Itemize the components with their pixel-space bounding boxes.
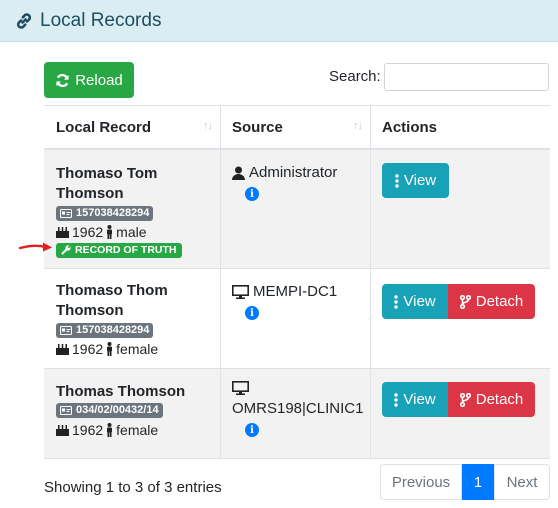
reload-label: Reload <box>75 71 123 89</box>
table-row: Thomas Thomson 034/02/00432/14 1962 fema… <box>44 369 550 459</box>
desktop-icon <box>232 381 249 395</box>
record-of-truth-badge: RECORD OF TRUTH <box>56 242 182 258</box>
birthday-cake-icon <box>56 344 69 355</box>
table-row: Thomaso Tom Thomson 157038428294 1962 ma… <box>44 150 550 269</box>
birthday-cake-icon <box>56 425 69 436</box>
id-value: 157038428294 <box>76 207 150 219</box>
person-icon <box>107 225 113 239</box>
detach-label: Detach <box>475 293 524 310</box>
patient-name: Thomaso Thom Thomson <box>56 282 168 319</box>
code-branch-icon <box>459 294 471 309</box>
view-button[interactable]: View <box>382 284 448 319</box>
desktop-icon <box>232 284 249 299</box>
info-icon[interactable]: i <box>245 306 259 320</box>
demographics: 1962 female <box>56 340 216 358</box>
column-label: Local Record <box>56 119 152 136</box>
user-icon <box>232 166 245 180</box>
view-label: View <box>403 172 437 189</box>
ellipsis-vertical-icon <box>394 392 399 407</box>
next-page-button[interactable]: Next <box>494 464 550 500</box>
column-local-record[interactable]: Local Record ↑↓ <box>44 106 220 149</box>
demographics: 1962 female <box>56 421 216 439</box>
detach-button[interactable]: Detach <box>448 284 535 319</box>
source-name: OMRS198|CLINIC1 <box>232 400 364 417</box>
truth-label: RECORD OF TRUTH <box>75 244 177 256</box>
gender: male <box>116 224 147 240</box>
id-card-icon <box>60 209 72 218</box>
demographics: 1962 male <box>56 223 216 241</box>
detach-label: Detach <box>475 391 524 408</box>
detach-button[interactable]: Detach <box>448 382 535 417</box>
column-divider <box>370 105 371 459</box>
info-icon[interactable]: i <box>245 423 259 437</box>
id-card-icon <box>60 326 72 335</box>
gender: female <box>116 422 159 438</box>
gender: female <box>116 341 159 357</box>
column-label: Source <box>232 119 283 136</box>
id-value: 157038428294 <box>76 324 150 336</box>
table-row: Thomaso Thom Thomson 157038428294 1962 f… <box>44 269 550 369</box>
birthday-cake-icon <box>56 227 69 238</box>
local-record-cell: Thomaso Thom Thomson 157038428294 1962 f… <box>56 281 216 380</box>
column-divider <box>220 105 221 459</box>
reload-button[interactable]: Reload <box>44 62 134 98</box>
view-button[interactable]: View <box>382 163 449 198</box>
source-cell: MEMPI-DC1 i <box>232 283 368 382</box>
view-button[interactable]: View <box>382 382 448 417</box>
previous-page-button[interactable]: Previous <box>380 464 462 500</box>
local-record-cell: Thomaso Tom Thomson 157038428294 1962 ma… <box>56 164 216 282</box>
column-label: Actions <box>382 119 438 136</box>
source-cell: Administrator i <box>232 164 368 282</box>
wrench-icon <box>61 245 71 255</box>
source-name: MEMPI-DC1 <box>253 283 338 300</box>
person-icon <box>107 423 113 437</box>
id-badge: 157038428294 <box>56 323 154 338</box>
pagination: Previous 1 Next <box>380 464 550 500</box>
view-label: View <box>403 391 436 408</box>
search-label: Search: <box>329 68 381 85</box>
sort-icon: ↑↓ <box>203 120 213 132</box>
info-icon[interactable]: i <box>245 187 259 201</box>
id-badge: 157038428294 <box>56 206 154 221</box>
birth-year: 1962 <box>72 224 104 240</box>
ellipsis-vertical-icon <box>394 294 399 309</box>
sort-icon: ↑↓ <box>353 120 363 132</box>
column-source[interactable]: Source ↑↓ <box>220 106 370 149</box>
id-badge: 034/02/00432/14 <box>56 403 163 418</box>
page-title: Local Records <box>40 9 162 31</box>
code-branch-icon <box>459 392 471 407</box>
ellipsis-vertical-icon <box>395 173 399 188</box>
panel-header: Local Records <box>0 0 558 42</box>
search-input[interactable] <box>384 63 549 91</box>
page-1-button[interactable]: 1 <box>462 464 494 500</box>
patient-name: Thomas Thomson <box>56 383 186 400</box>
person-icon <box>107 342 113 356</box>
birth-year: 1962 <box>72 341 104 357</box>
id-value: 034/02/00432/14 <box>76 404 159 416</box>
column-actions: Actions <box>370 106 550 149</box>
source-name: Administrator <box>249 164 338 181</box>
annotation-arrow-icon <box>18 242 52 252</box>
id-card-icon <box>60 406 72 415</box>
source-cell: OMRS198|CLINIC1 i <box>232 381 368 470</box>
table-info: Showing 1 to 3 of 3 entries <box>44 479 222 496</box>
birth-year: 1962 <box>72 422 104 438</box>
refresh-icon <box>56 73 69 87</box>
table-header: Local Record ↑↓ Source ↑↓ Actions <box>44 105 550 150</box>
view-label: View <box>403 293 436 310</box>
link-icon <box>16 12 32 29</box>
local-record-cell: Thomas Thomson 034/02/00432/14 1962 fema… <box>56 382 216 471</box>
patient-name: Thomaso Tom Thomson <box>56 165 158 202</box>
